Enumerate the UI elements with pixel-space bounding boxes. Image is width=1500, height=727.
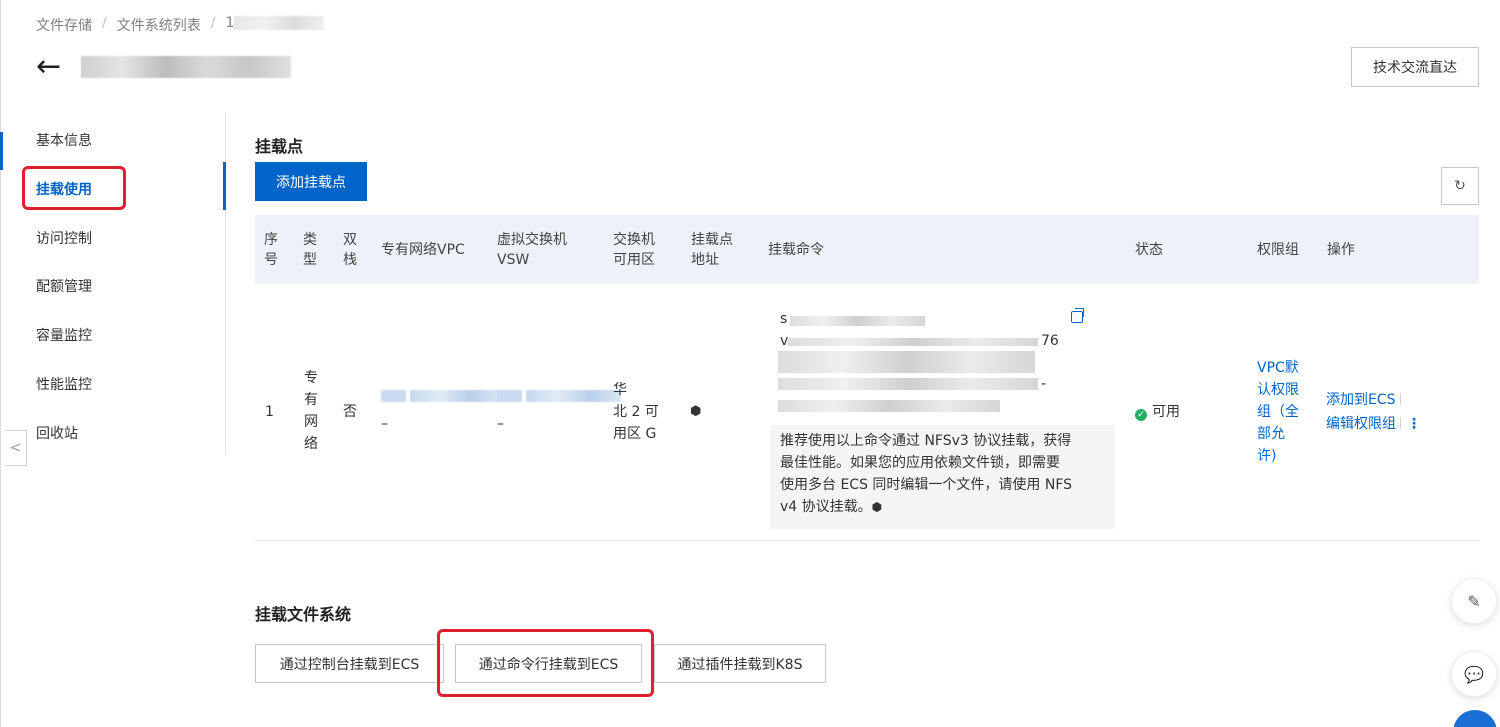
vpc-link[interactable]	[410, 390, 501, 402]
highlight-box	[22, 166, 126, 210]
permission-group-link[interactable]: VPC默 认权限 组（全 部允 许)	[1257, 357, 1299, 467]
cell-vsw: –	[497, 380, 622, 435]
redacted-text	[381, 390, 406, 402]
col-index: 序号	[264, 232, 278, 268]
add-mount-point-button[interactable]: 添加挂载点	[255, 162, 367, 201]
redacted-command	[788, 338, 1038, 346]
col-vpc: 专有网络VPC	[381, 242, 465, 258]
mount-points-title: 挂载点	[255, 137, 304, 156]
cell-actions: 添加到ECS 编辑权限组 ⋮	[1326, 389, 1421, 435]
col-type: 类型	[303, 232, 317, 268]
redacted-command	[790, 316, 925, 326]
redacted-text	[234, 16, 325, 30]
cell-type: 专有网络	[304, 370, 318, 452]
command-fragment: s	[780, 311, 788, 327]
collapse-sidebar-chevron-icon[interactable]: <	[5, 430, 27, 466]
col-vsw: 虚拟交换机 VSW	[497, 232, 567, 268]
mount-fs-title: 挂载文件系统	[255, 605, 352, 624]
edit-pencil-icon[interactable]: ✎	[1451, 578, 1497, 624]
copy-icon[interactable]	[1071, 308, 1084, 323]
col-address: 挂载点 地址	[691, 232, 733, 268]
col-dual-stack: 双栈	[343, 232, 357, 268]
back-arrow-icon[interactable]: ←	[36, 52, 61, 82]
edit-permission-link[interactable]: 编辑权限组	[1326, 416, 1396, 432]
status-check-icon: ✓	[1135, 409, 1147, 421]
refresh-icon[interactable]: ↻	[1441, 167, 1479, 205]
col-permission: 权限组	[1257, 242, 1299, 258]
breadcrumb: 文件存储 / 文件系统列表 / 1	[36, 15, 325, 35]
tab-k8s-plugin-mount[interactable]: 通过插件挂载到K8S	[654, 644, 826, 683]
redacted-command	[778, 378, 1038, 390]
col-actions: 操作	[1327, 242, 1355, 258]
page: 文件存储 / 文件系统列表 / 1 ← 技术交流直达 基本信息 挂载使用 访问控…	[0, 0, 1500, 727]
tab-console-mount[interactable]: 通过控制台挂载到ECS	[255, 644, 444, 683]
breadcrumb-separator: /	[102, 15, 107, 31]
divider	[1399, 393, 1401, 405]
vsw-link[interactable]	[526, 390, 622, 402]
sidebar-item-capacity-monitor[interactable]: 容量监控	[36, 325, 92, 345]
mount-address-cube-icon[interactable]: ⬢	[690, 401, 701, 423]
page-title-redacted	[81, 56, 292, 78]
col-status: 状态	[1135, 242, 1163, 258]
redacted-command	[778, 400, 1000, 412]
note-cube-icon[interactable]: ⬢	[872, 500, 882, 514]
divider	[1400, 417, 1401, 429]
cell-zone: 华北 2 可用区 G	[613, 382, 659, 442]
col-zone: 交换机 可用区	[613, 232, 655, 268]
redacted-text	[497, 390, 522, 402]
command-note: 推荐使用以上命令通过 NFSv3 协议挂载，获得 最佳性能。如果您的应用依赖文件…	[770, 425, 1115, 529]
sidebar-item-quota[interactable]: 配额管理	[36, 276, 92, 296]
more-vertical-icon[interactable]: ⋮	[1407, 416, 1421, 432]
highlight-box	[437, 629, 654, 697]
sidebar-item-basic-info[interactable]: 基本信息	[36, 130, 92, 150]
sidebar-item-performance-monitor[interactable]: 性能监控	[36, 374, 92, 394]
command-fragment: -	[1041, 376, 1047, 392]
cell-vpc: –	[381, 380, 501, 435]
breadcrumb-current: 1	[225, 15, 325, 35]
command-fragment: 76	[1041, 333, 1059, 349]
breadcrumb-separator: /	[210, 15, 216, 31]
col-command: 挂载命令	[768, 242, 824, 258]
status-text: 可用	[1152, 404, 1180, 420]
cell-index: 1	[265, 404, 274, 420]
breadcrumb-fs-list[interactable]: 文件系统列表	[117, 15, 201, 35]
tech-exchange-button[interactable]: 技术交流直达	[1351, 47, 1479, 87]
add-to-ecs-link[interactable]: 添加到ECS	[1326, 392, 1396, 408]
sidebar-indicator	[0, 132, 3, 170]
assistant-icon[interactable]	[1453, 710, 1497, 727]
sidebar-active-indicator	[223, 162, 226, 210]
cell-status: ✓ 可用	[1135, 401, 1180, 423]
sidebar-item-recycle-bin[interactable]: 回收站	[36, 423, 78, 443]
sidebar-item-access-control[interactable]: 访问控制	[36, 228, 92, 248]
breadcrumb-file-storage[interactable]: 文件存储	[36, 15, 92, 35]
redacted-command	[778, 351, 1035, 373]
cell-dual-stack: 否	[343, 404, 357, 420]
sidebar: 基本信息 挂载使用 访问控制 配额管理 容量监控 性能监控 回收站	[0, 112, 226, 455]
feedback-chat-icon[interactable]: 💬	[1451, 651, 1497, 697]
page-header: ←	[36, 52, 292, 82]
row-divider	[255, 540, 1479, 541]
